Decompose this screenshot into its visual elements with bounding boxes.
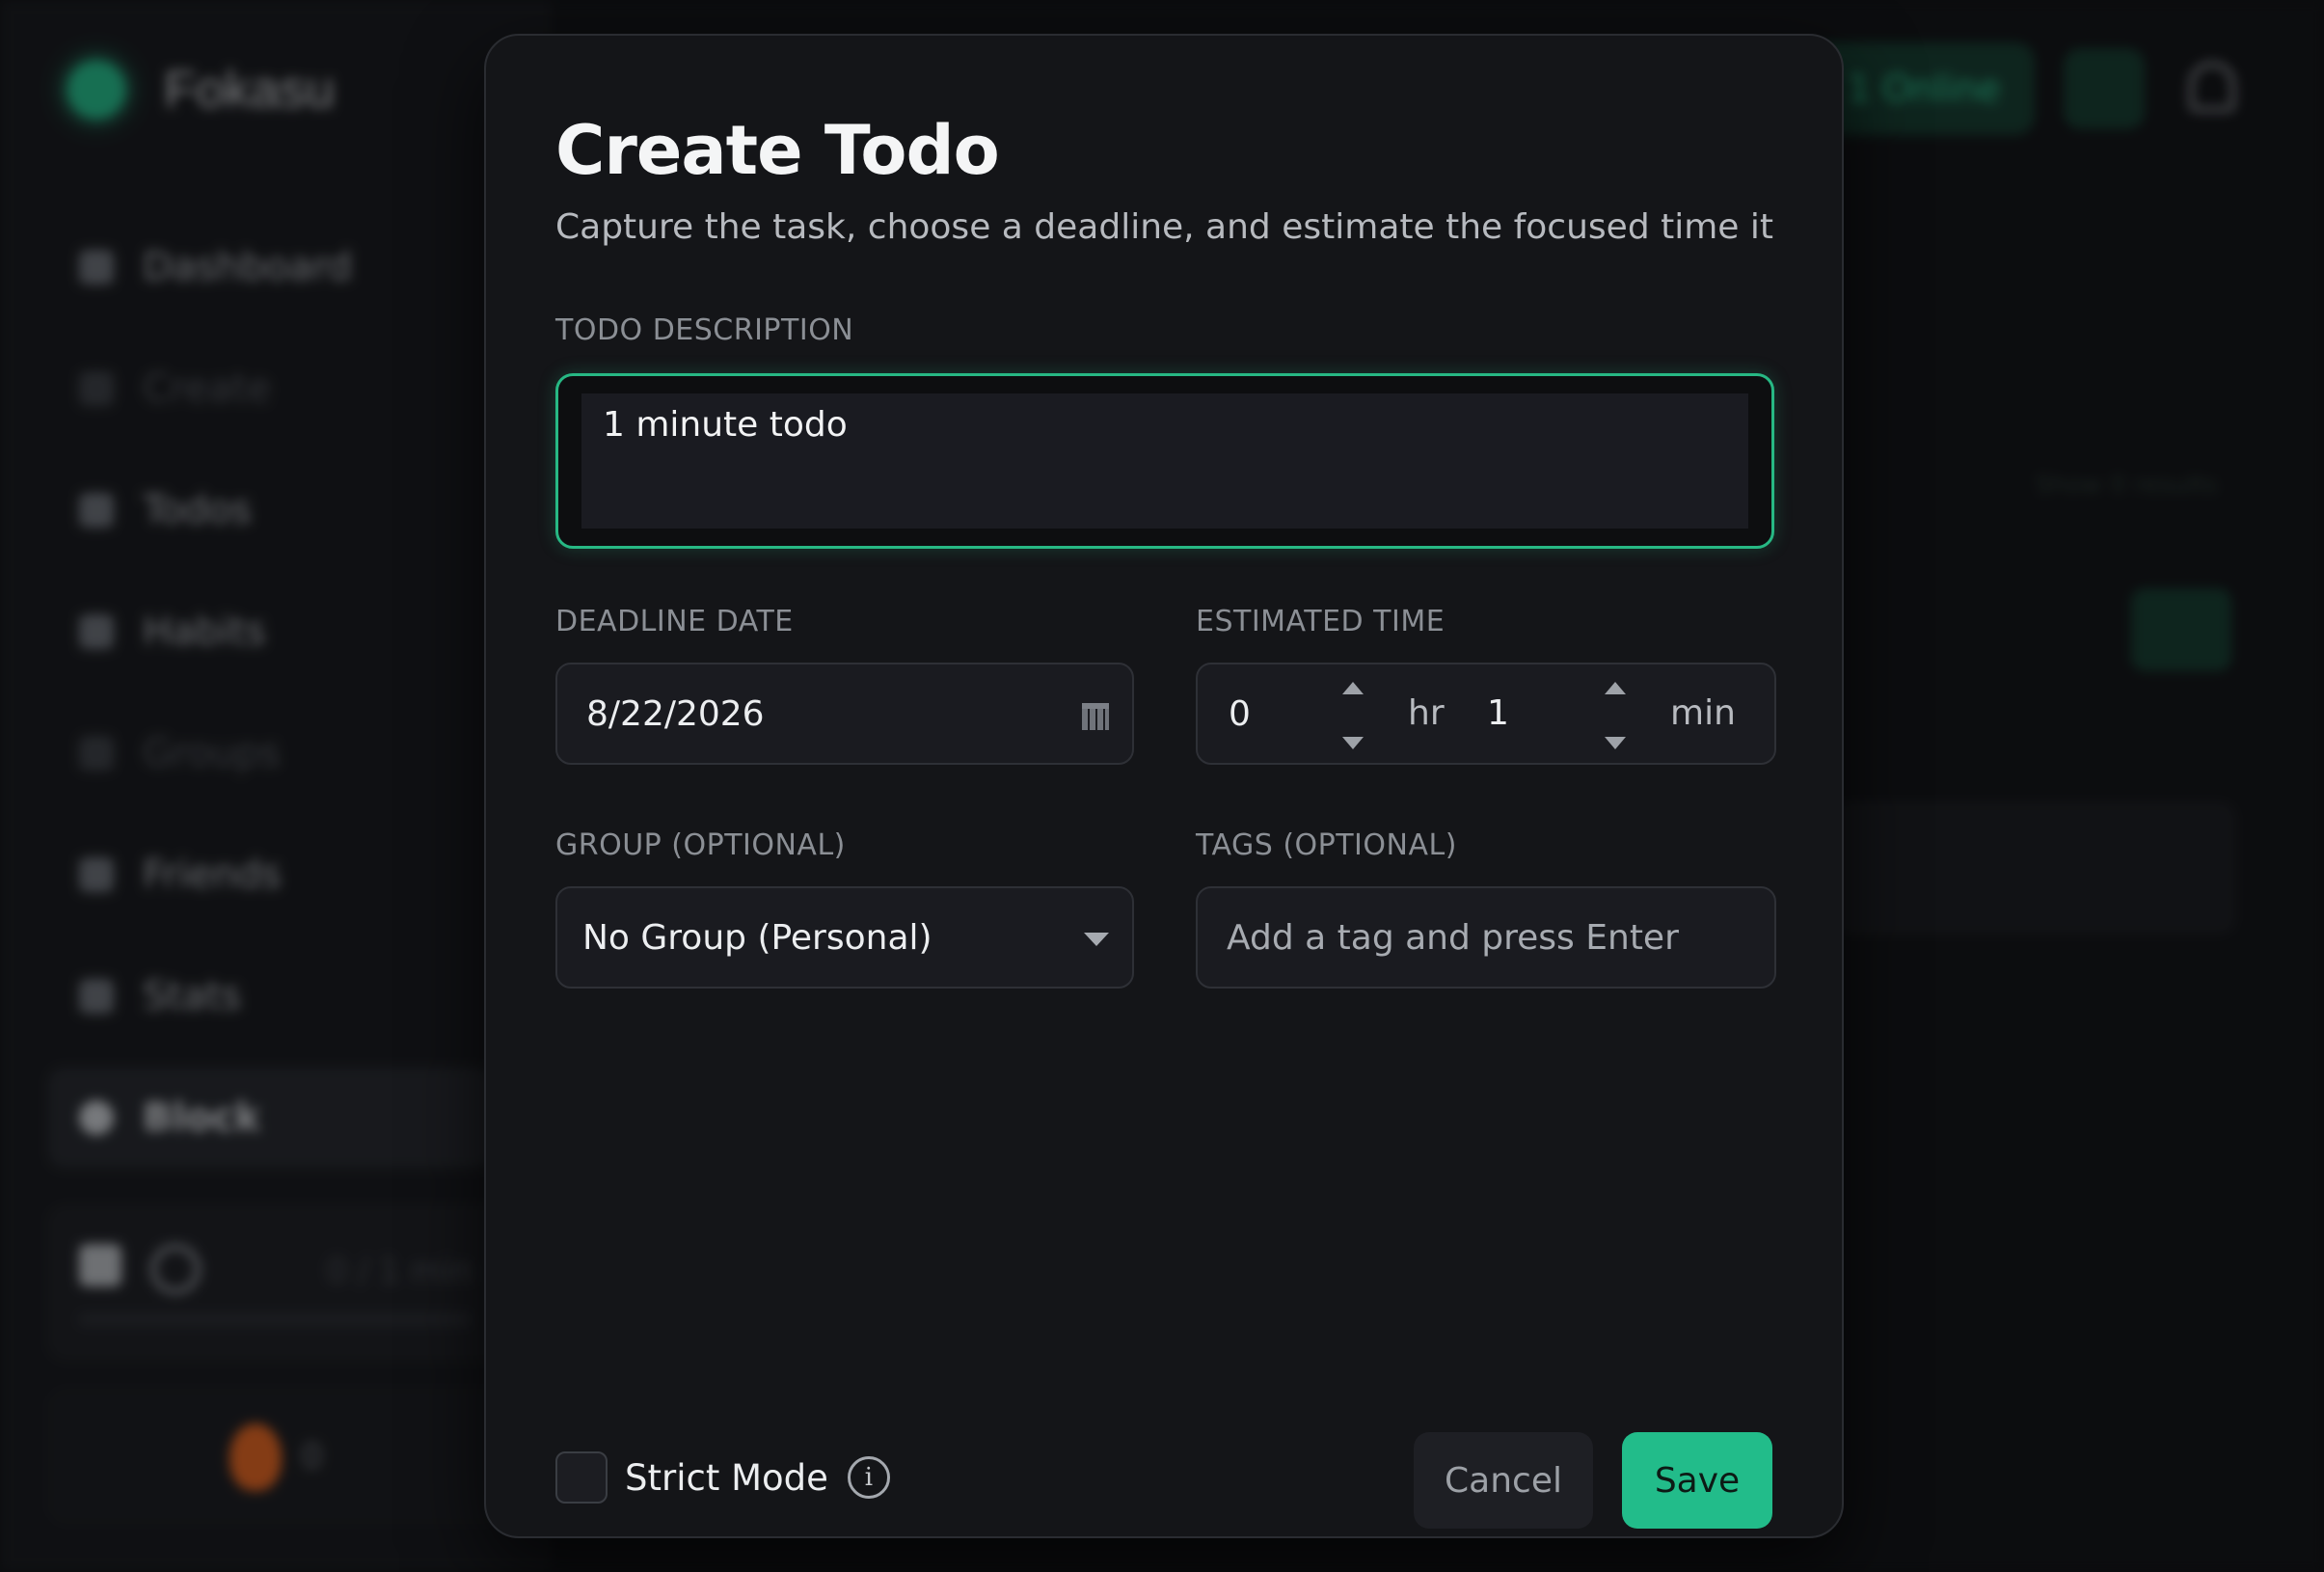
sidebar-item-label: Stats	[143, 974, 242, 1018]
sidebar-item-label: Groups	[143, 731, 281, 775]
strict-mode-row: Strict Mode i	[555, 1451, 890, 1504]
sidebar-item-label: Friends	[143, 853, 282, 897]
group-label: GROUP (OPTIONAL)	[555, 828, 846, 862]
tags-field	[1196, 886, 1776, 989]
online-badge[interactable]: 1 Online	[1813, 42, 2035, 135]
sidebar-item-friends[interactable]: Friends	[48, 825, 492, 925]
screen: Fokasu Dashboard Create Todos Habits Gro…	[0, 0, 2324, 1572]
deadline-date-input[interactable]: 8/22/2026	[555, 663, 1134, 765]
create-icon	[79, 371, 114, 406]
bell-icon[interactable]	[2189, 62, 2235, 112]
hours-stepper[interactable]	[1338, 682, 1367, 749]
sidebar-item-stats[interactable]: Stats	[48, 946, 492, 1046]
description-input[interactable]: 1 minute todo	[581, 393, 1748, 529]
sidebar-item-groups[interactable]: Groups	[48, 703, 492, 803]
add-button[interactable]	[2131, 588, 2231, 671]
session-card: 0 / 1 min	[48, 1206, 501, 1360]
lock-icon	[79, 1244, 122, 1287]
minutes-stepper[interactable]	[1601, 682, 1630, 749]
sidebar-item-label: Todos	[143, 488, 252, 532]
brand: Fokasu	[68, 60, 335, 120]
streak-count: 0	[301, 1437, 323, 1477]
deadline-date-value: 8/22/2026	[586, 693, 765, 734]
hours-decrement-icon[interactable]	[1342, 737, 1364, 749]
sidebar-item-habits[interactable]: Habits	[48, 582, 492, 682]
save-button[interactable]: Save	[1622, 1432, 1772, 1529]
sidebar-item-create[interactable]: Create	[48, 339, 492, 439]
sidebar-item-block[interactable]: Block	[48, 1068, 492, 1168]
group-select-value: No Group (Personal)	[582, 917, 932, 958]
hours-increment-icon[interactable]	[1342, 682, 1364, 694]
user-icon	[79, 857, 114, 892]
flame-icon	[230, 1423, 282, 1491]
sidebar-item-label: Habits	[143, 610, 266, 654]
sidebar-item-label: Create	[143, 366, 271, 411]
tags-input[interactable]	[1227, 917, 1747, 958]
estimated-time-field: 0 hr 1 min	[1196, 663, 1776, 765]
brand-logo-icon	[68, 61, 125, 119]
sidebar-nav: Dashboard Create Todos Habits Groups Fri…	[48, 217, 492, 1189]
modal-subtitle: Capture the task, choose a deadline, and…	[555, 207, 1774, 247]
minutes-decrement-icon[interactable]	[1605, 737, 1626, 749]
background-card	[1832, 800, 2237, 935]
description-field-wrap: 1 minute todo	[555, 373, 1774, 549]
strict-mode-label: Strict Mode	[625, 1456, 828, 1499]
modal-title: Create Todo	[555, 111, 1000, 190]
sidebar-footer: 0	[48, 1389, 501, 1524]
calendar-icon[interactable]	[1082, 703, 1109, 730]
session-progress	[79, 1314, 471, 1325]
strict-mode-checkbox[interactable]	[555, 1451, 608, 1504]
sidebar: Fokasu Dashboard Create Todos Habits Gro…	[0, 0, 552, 1572]
group-select[interactable]: No Group (Personal)	[555, 886, 1134, 989]
dashboard-icon	[79, 250, 114, 285]
minutes-input[interactable]: 1	[1487, 693, 1545, 733]
deadline-label: DEADLINE DATE	[555, 605, 794, 638]
groups-icon	[79, 736, 114, 771]
hours-input[interactable]: 0	[1229, 694, 1286, 734]
sidebar-item-label: Block	[143, 1096, 260, 1140]
create-todo-modal: Create Todo Capture the task, choose a d…	[484, 34, 1844, 1538]
hours-unit: hr	[1408, 693, 1445, 733]
sidebar-item-label: Dashboard	[143, 245, 353, 289]
info-icon[interactable]: i	[847, 1456, 890, 1499]
tags-label: TAGS (OPTIONAL)	[1196, 828, 1457, 862]
sidebar-item-todos[interactable]: Todos	[48, 460, 492, 560]
results-link[interactable]: Show 0 results	[2035, 471, 2218, 500]
estimated-time-label: ESTIMATED TIME	[1196, 605, 1446, 638]
bar-chart-icon	[79, 979, 114, 1014]
brand-name: Fokasu	[164, 61, 336, 119]
timer-icon	[150, 1244, 201, 1294]
description-label: TODO DESCRIPTION	[555, 313, 854, 347]
shop-button[interactable]	[2064, 48, 2145, 129]
pencil-icon	[79, 614, 114, 649]
block-icon	[79, 1100, 114, 1135]
minutes-increment-icon[interactable]	[1605, 682, 1626, 694]
chevron-down-icon	[1084, 933, 1109, 946]
sidebar-item-dashboard[interactable]: Dashboard	[48, 217, 492, 317]
session-count: 0 / 1 min	[326, 1252, 473, 1290]
todos-icon	[79, 493, 114, 528]
minutes-unit: min	[1670, 693, 1736, 733]
cancel-button[interactable]: Cancel	[1414, 1432, 1593, 1529]
